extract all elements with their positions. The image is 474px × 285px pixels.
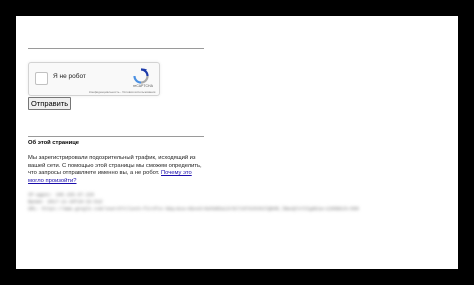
not-robot-checkbox[interactable] <box>35 72 48 85</box>
about-page-title: Об этой странице <box>28 140 79 146</box>
captcha-page: Я не робот reCAPTCHA Конфиденциальность … <box>16 16 458 269</box>
section-divider <box>28 136 204 137</box>
recaptcha-brand: reCAPTCHA <box>133 84 153 88</box>
top-divider <box>28 48 204 49</box>
about-page-text: Мы зарегистрировали подозрительный трафи… <box>28 155 204 185</box>
url-line: URL: https://www.google.com/search?clien… <box>28 206 359 212</box>
request-info: IP-адрес: 195.155.67.225 Время: 2017-11-… <box>28 193 359 213</box>
time-line: Время: 2017-11-20T10:32:51Z <box>28 199 103 205</box>
not-robot-label: Я не робот <box>53 73 86 80</box>
ip-address-line: IP-адрес: 195.155.67.225 <box>28 193 95 198</box>
recaptcha-terms-link[interactable]: Конфиденциальность - Условия использован… <box>89 90 155 94</box>
submit-button[interactable]: Отправить <box>28 97 72 110</box>
recaptcha-widget: Я не робот reCAPTCHA Конфиденциальность … <box>28 62 160 96</box>
recaptcha-logo-icon <box>133 68 149 84</box>
